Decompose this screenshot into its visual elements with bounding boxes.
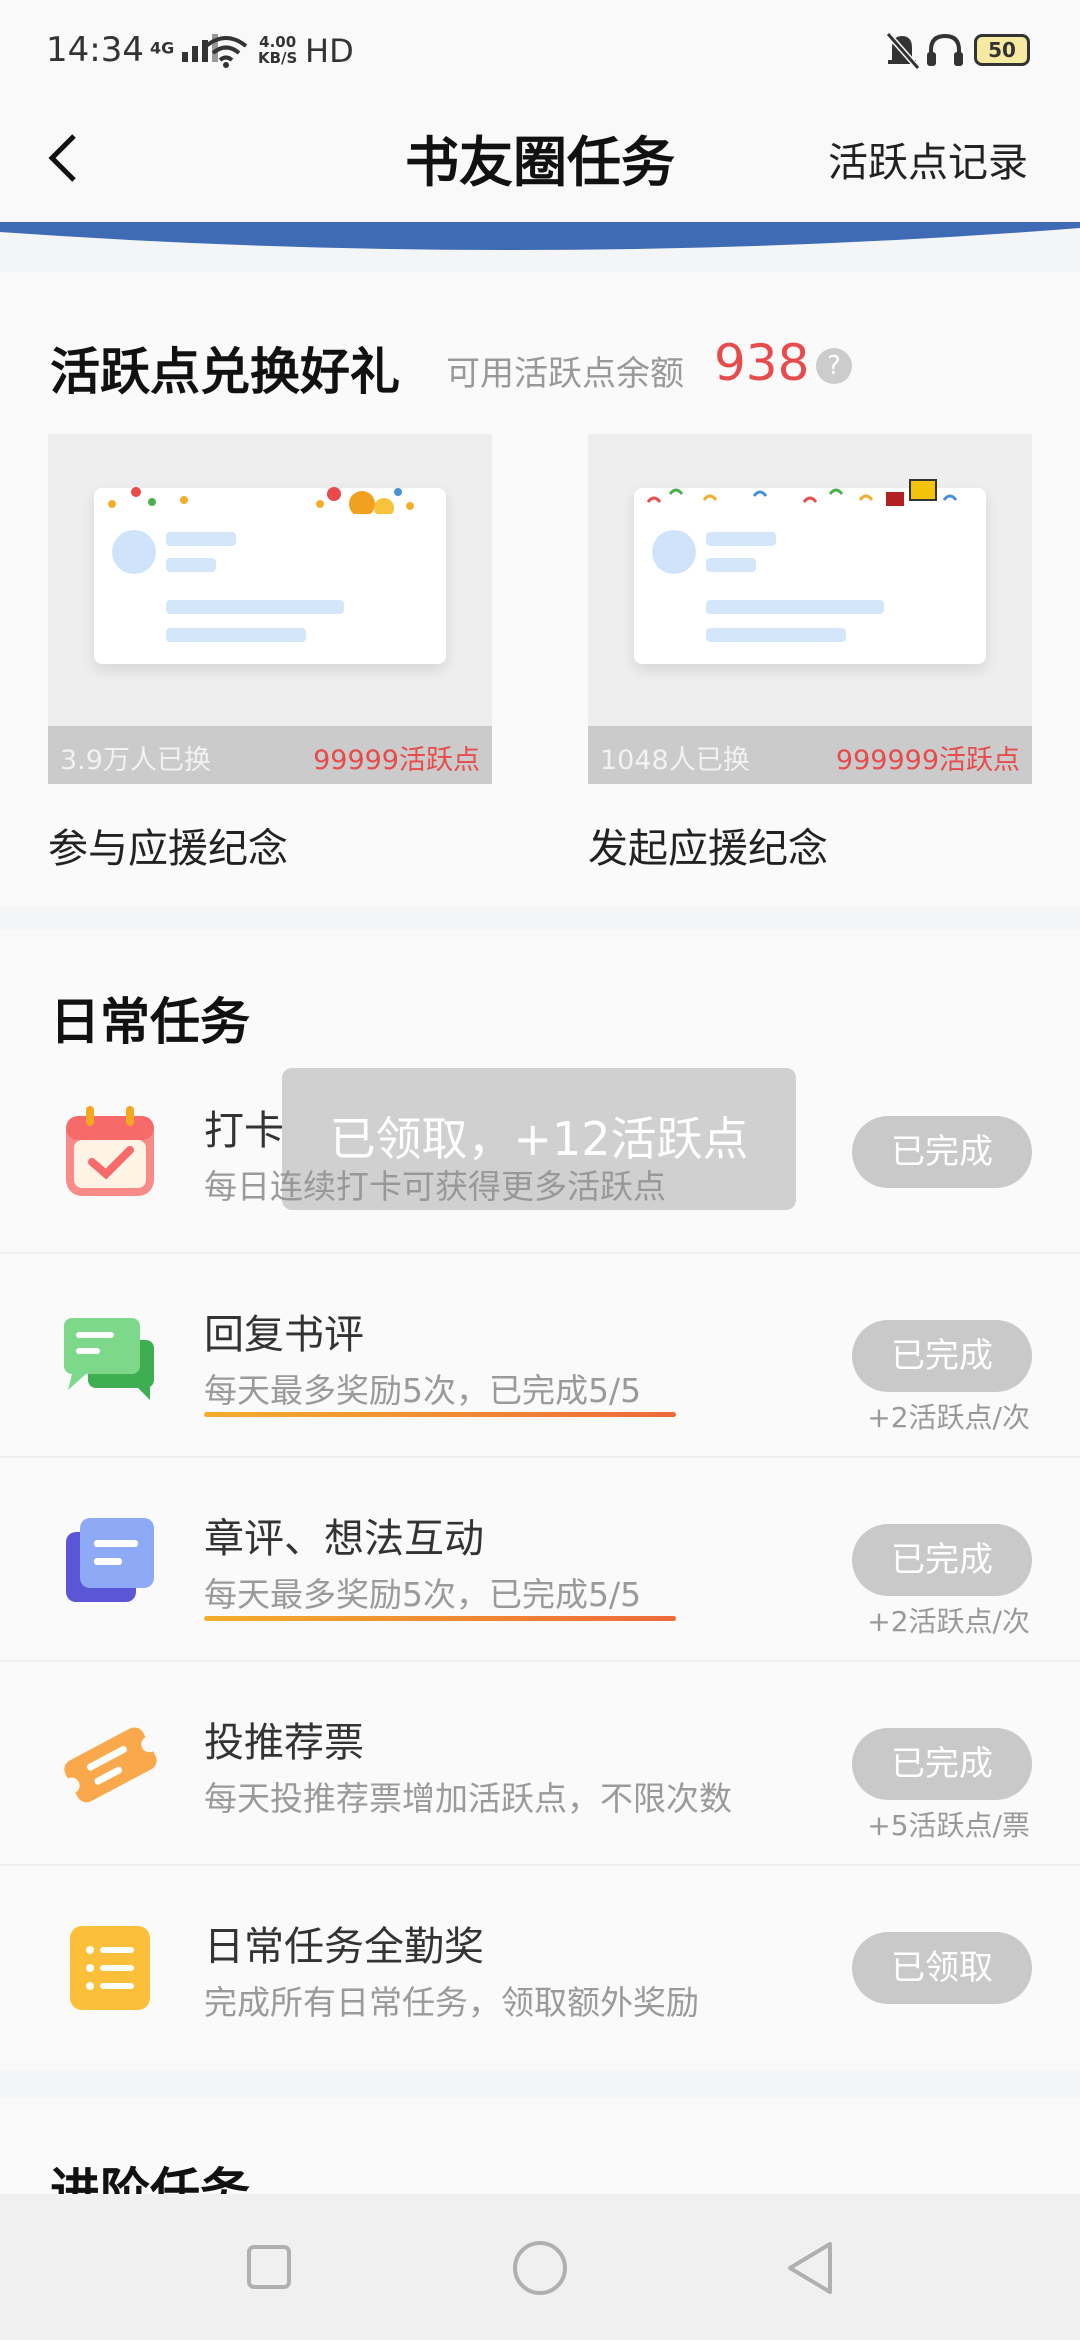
progress-underline [204,1616,676,1621]
task-desc: 每天投推荐票增加活跃点，不限次数 [204,1779,732,1818]
hd-indicator: HD [305,32,354,70]
gift-exchange-count: 1048人已换 [600,745,750,776]
gift-card-initiate[interactable]: 1048人已换 999999活跃点 [588,434,1032,784]
wifi-icon [204,36,248,68]
task-desc: 完成所有日常任务，领取额外奖励 [204,1983,699,2022]
task-name: 投推荐票 [204,1720,364,1766]
ticket-icon [63,1727,158,1803]
advanced-section: 进阶任务 [0,2098,1080,2194]
task-name: 章评、想法互动 [204,1516,484,1562]
toast-message: 已领取，+12活跃点 [282,1068,796,1210]
task-name: 日常任务全勤奖 [204,1924,484,1970]
gift-exchange-count: 3.9万人已换 [60,745,211,776]
chat-bubbles-icon [64,1318,154,1400]
headphone-icon [927,33,963,66]
gift-preview [634,479,986,664]
square-nav-icon[interactable] [246,2244,292,2290]
task-name: 回复书评 [204,1312,364,1358]
task-reward: +5活跃点/票 [867,1809,1030,1842]
confetti-decoration [646,479,958,506]
task-recommend-vote: 投推荐票 每天投推荐票增加活跃点，不限次数 已完成 +5活跃点/票 [0,1662,1080,1866]
task-reward: +2活跃点/次 [867,1401,1030,1434]
task-name: 打卡 [204,1108,284,1154]
task-reward: +2活跃点/次 [867,1605,1030,1638]
gift-card-participate[interactable]: 3.9万人已换 99999活跃点 [48,434,492,784]
note-stack-icon [66,1518,154,1602]
progress-underline [204,1412,676,1417]
balance-label: 可用活跃点余额 [446,354,684,394]
task-complete-button[interactable]: 已完成 [852,1320,1032,1392]
confetti-decoration [108,487,414,514]
balance-value: 938 [714,334,810,392]
task-complete-button[interactable]: 已完成 [852,1116,1032,1188]
mute-bell-icon [885,32,920,70]
gift-name: 参与应援纪念 [48,826,288,872]
task-attendance-bonus: 日常任务全勤奖 完成所有日常任务，领取额外奖励 已领取 [0,1866,1080,2070]
gift-points: 99999活跃点 [313,745,480,776]
activity-record-link[interactable]: 活跃点记录 [828,130,1028,188]
status-time: 14:34 [46,30,144,70]
daily-title: 日常任务 [50,992,250,1051]
battery-indicator: 50 [974,34,1030,66]
task-claimed-button[interactable]: 已领取 [852,1932,1032,2004]
gift-preview [94,487,446,664]
task-desc: 每天最多奖励5次，已完成5/5 [204,1575,642,1614]
gift-points: 999999活跃点 [835,745,1020,776]
task-complete-button[interactable]: 已完成 [852,1524,1032,1596]
calendar-check-icon [66,1106,154,1196]
header-wave [0,222,1080,251]
exchange-title: 活跃点兑换好礼 [50,342,400,401]
task-desc: 每天最多奖励5次，已完成5/5 [204,1371,642,1410]
task-chapter-interaction: 章评、想法互动 每天最多奖励5次，已完成5/5 已完成 +2活跃点/次 [0,1458,1080,1662]
circle-nav-icon[interactable] [512,2240,568,2296]
triangle-nav-icon[interactable] [786,2240,834,2296]
advanced-title: 进阶任务 [50,2162,250,2194]
list-icon [70,1926,150,2010]
task-reply-review: 回复书评 每天最多奖励5次，已完成5/5 已完成 +2活跃点/次 [0,1254,1080,1458]
gift-name: 发起应援纪念 [588,826,828,872]
task-complete-button[interactable]: 已完成 [852,1728,1032,1800]
help-icon[interactable]: ? [816,348,852,384]
network-speed: 4.00 KB/S [258,33,298,67]
